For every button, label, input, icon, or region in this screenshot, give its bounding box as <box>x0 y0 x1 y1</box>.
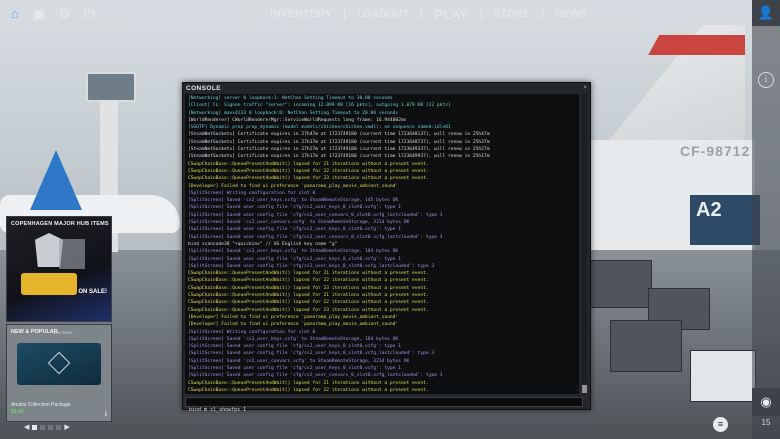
console-input-box <box>185 397 583 414</box>
champion-sticker <box>21 273 77 295</box>
scrollbar-thumb[interactable] <box>582 385 587 393</box>
aircraft-registration: CF-98712 <box>680 143 751 159</box>
menu-icon[interactable]: ≡ <box>713 417 728 432</box>
pager-next-icon[interactable]: ▶ <box>64 423 69 431</box>
hangar-sign: A2 <box>690 195 760 245</box>
console-line: [SplitScreen] Saved user config file 'cf… <box>188 227 401 233</box>
console-line: [SplitScreen] Saved 'cs2_user_convars.vc… <box>188 220 410 226</box>
hangar-label: A2 <box>696 199 722 221</box>
console-line: [SplitScreen] Saved 'cs2_user_keys.vcfg'… <box>188 198 399 204</box>
console-line: [SteamNetSockets] Certificate expires in… <box>188 139 490 145</box>
console-line: [SplitScreen] Saved user config file 'cf… <box>188 351 435 357</box>
console-line: [SplitScreen] Saved user config file 'cf… <box>188 212 443 218</box>
console-line: [SplitScreen] Saved 'cs2_user_keys.vcfg'… <box>188 336 399 342</box>
info-icon[interactable]: i <box>105 411 107 418</box>
pager-dot[interactable] <box>56 424 62 430</box>
store-card-heading: NEW & POPULAR <box>11 329 58 335</box>
nav-news[interactable]: NEWS <box>543 9 599 20</box>
top-bar: ⌂ ▣ ⚙ ⏻ INVENTORY LOADOUT PLAY STORE NEW… <box>0 0 752 28</box>
console-line: CSwapChainBase::QueuePresentAndWait() la… <box>188 300 429 306</box>
console-line: CSwapChainBase::QueuePresentAndWait() la… <box>188 161 429 167</box>
nav-store[interactable]: STORE <box>482 9 543 20</box>
home-icon[interactable]: ⌂ <box>7 6 23 22</box>
settings-icon[interactable]: ⚙ <box>57 6 73 22</box>
console-line: [SteamNetSockets] Certificate expires in… <box>188 147 490 153</box>
console-title: CONSOLE <box>186 85 221 92</box>
notification-counter: 15 <box>761 418 771 427</box>
console-line: [Developer] Failed to find ui preference… <box>188 183 399 189</box>
crate <box>590 260 652 308</box>
console-line: CSwapChainBase::QueuePresentAndWait() la… <box>188 380 429 386</box>
console-line: [Networking] mavx4233 0 loopback:0: NetC… <box>188 110 399 116</box>
console-line: [SplitScreen] Saved user config file 'cf… <box>188 256 401 262</box>
console-line: [WorldRenderer] CWorldRendererMgr::Servi… <box>188 117 407 123</box>
pager-dot[interactable] <box>48 424 54 430</box>
console-line: [Developer] Failed to find ui preference… <box>188 322 399 328</box>
console-line: CSwapChainBase::QueuePresentAndWait() la… <box>188 168 429 174</box>
console-line: CSwapChainBase::QueuePresentAndWait() la… <box>188 271 429 277</box>
console-line: [SplitScreen] Saved user config file 'cf… <box>188 373 443 379</box>
airplane-stripe <box>648 35 745 55</box>
console-line: [SplitScreen] Saved 'cs2_user_keys.vcfg'… <box>188 249 399 255</box>
console-line: [SplitScreen] Saved user config file 'cf… <box>188 234 443 240</box>
console-line: CSwapChainBase::QueuePresentAndWait() la… <box>188 387 429 393</box>
console-line: [SplitScreen] Writing configuration for … <box>188 190 316 196</box>
info-icon[interactable]: i <box>758 72 774 88</box>
store-item-price: $2.49 <box>11 409 24 415</box>
console-line: CSwapChainBase::QueuePresentAndWait() la… <box>188 176 429 182</box>
see-more-link[interactable]: See More <box>53 330 73 335</box>
console-line: [SplitScreen] Writing configuration for … <box>188 329 316 335</box>
airplane-tail <box>30 150 82 210</box>
nav-loadout[interactable]: LOADOUT <box>345 9 421 20</box>
crate-stack <box>590 260 760 430</box>
main-nav: INVENTORY LOADOUT PLAY STORE NEWS <box>258 0 599 28</box>
pager-dot[interactable] <box>32 424 38 430</box>
crate <box>690 350 756 402</box>
console-log[interactable]: [Networking] server 0 loopback:1: NetCha… <box>185 94 579 394</box>
console-line: [Networking] server 0 loopback:1: NetCha… <box>188 96 393 101</box>
console-line: [SteamNetSockets] Certificate expires in… <box>188 154 490 160</box>
store-card-caption: COPENHAGEN MAJOR HUB ITEMS <box>11 221 109 227</box>
collection-case-image <box>17 343 101 385</box>
console-input[interactable] <box>186 406 582 414</box>
console-line: bind scancode38 "+quickinv" // US Englis… <box>188 241 338 247</box>
case-emblem-icon <box>47 351 71 375</box>
store-card-major-items[interactable]: COPENHAGEN MAJOR HUB ITEMS ON SALE! <box>6 216 112 322</box>
console-line: [SplitScreen] Saved user config file 'cf… <box>188 344 401 350</box>
inventory-icon[interactable]: ▣ <box>31 6 47 22</box>
user-icon[interactable]: 👤 <box>752 0 780 26</box>
close-icon[interactable]: × <box>583 84 587 91</box>
console-line: [SplitScreen] Saved user config file 'cf… <box>188 205 401 211</box>
console-line: [SplitScreen] Saved user config file 'cf… <box>188 263 435 269</box>
console-line: [SplitScreen] Saved user config file 'cf… <box>188 365 401 371</box>
nav-play[interactable]: PLAY <box>422 7 480 22</box>
console-line: CSwapChainBase::QueuePresentAndWait() la… <box>188 307 429 313</box>
pager-prev-icon[interactable]: ◀ <box>24 423 29 431</box>
sale-badge: ON SALE! <box>78 289 107 295</box>
console-line: [SGUTP] Dynamic prop prop_dynamic (model… <box>188 125 451 131</box>
console-scrollbar[interactable] <box>582 94 587 394</box>
right-rail: 👤 i ◉ 15 <box>752 0 780 439</box>
console-line: [Developer] Failed to find ui preference… <box>188 314 399 320</box>
team-logo <box>35 233 63 267</box>
console-line: [SplitScreen] Saved 'cs2_user_convars.vc… <box>188 358 410 364</box>
store-item-name: Anubis Collection Package <box>11 402 71 408</box>
broadcast-icon[interactable]: ◉ <box>752 388 780 416</box>
store-pager: ◀ ▶ <box>24 423 70 431</box>
store-card-new-popular[interactable]: NEW & POPULAR See More Anubis Collection… <box>6 324 112 422</box>
console-window: CONSOLE × [Networking] server 0 loopback… <box>182 82 591 414</box>
console-line: [SteamNetSockets] Certificate expires in… <box>188 132 490 138</box>
team-logo <box>59 239 85 269</box>
console-line: CSwapChainBase::QueuePresentAndWait() la… <box>188 285 429 291</box>
console-line: [Client] CL: Signon traffic "server": in… <box>188 103 451 109</box>
tower-cab <box>86 72 136 102</box>
console-line: CSwapChainBase::QueuePresentAndWait() la… <box>188 278 429 284</box>
nav-inventory[interactable]: INVENTORY <box>258 9 344 20</box>
power-icon[interactable]: ⏻ <box>81 6 97 22</box>
pager-dot[interactable] <box>40 424 46 430</box>
crate <box>610 320 682 372</box>
console-line: CSwapChainBase::QueuePresentAndWait() la… <box>188 293 429 299</box>
